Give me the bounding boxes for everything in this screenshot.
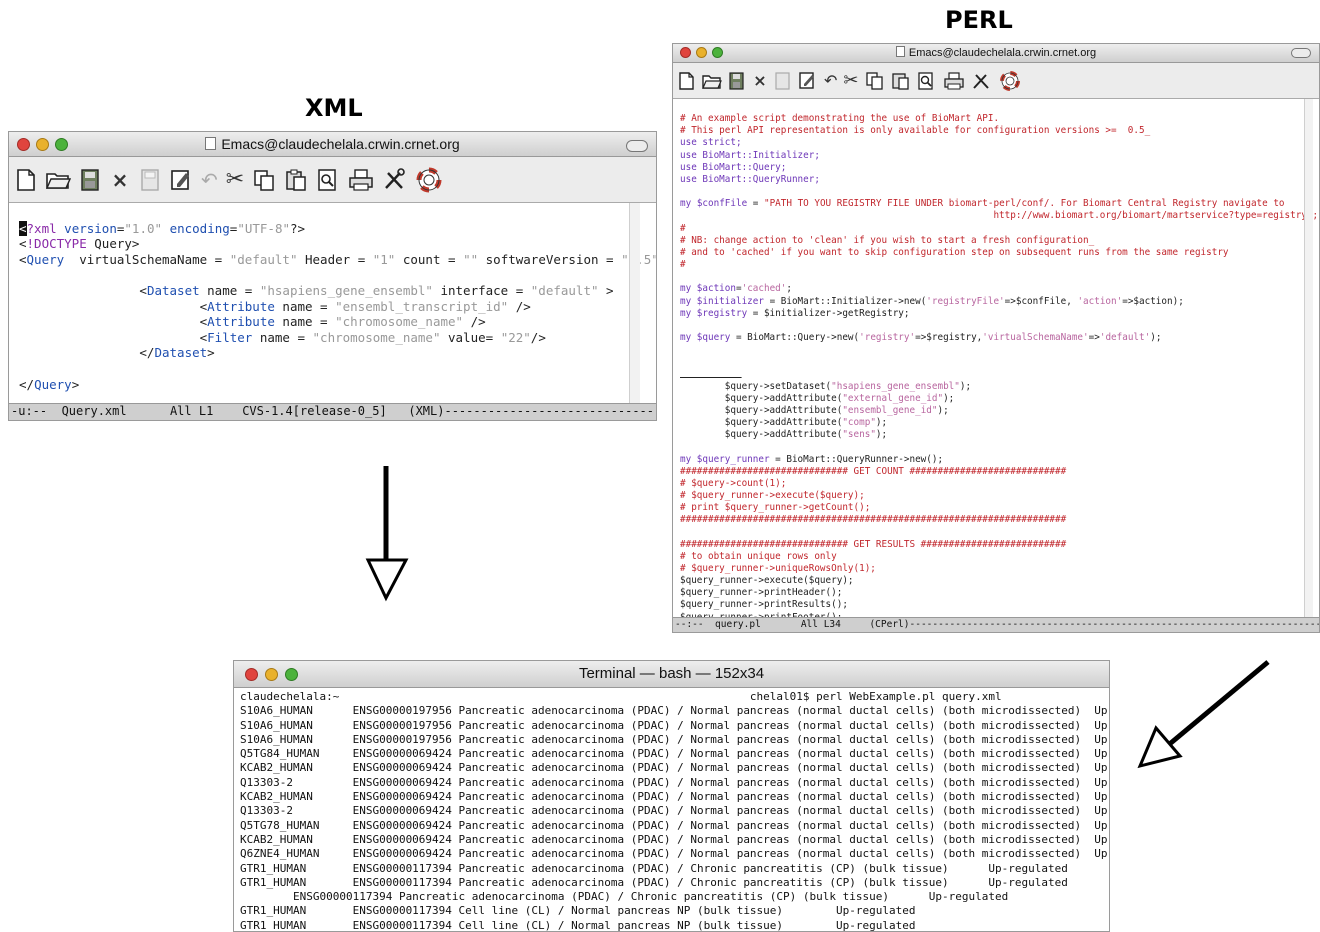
find-icon[interactable] — [917, 71, 937, 91]
save-gray-icon[interactable] — [139, 168, 161, 192]
document-icon — [895, 46, 905, 57]
close-x-icon[interactable]: × — [109, 168, 131, 192]
xml-window-titlebar[interactable]: Emacs@claudechelala.crwin.crnet.org — [9, 132, 656, 157]
new-file-icon[interactable] — [15, 168, 37, 192]
xml-label: XML — [305, 94, 363, 122]
terminal-output-line: GTR1_HUMAN ENSG00000117394 Pancreatic ad… — [240, 861, 1068, 875]
terminal-output-line: Q5TG84_HUMAN ENSG00000069424 Pancreatic … — [240, 747, 1110, 761]
terminal-output-line: S10A6_HUMAN ENSG00000197956 Pancreatic a… — [240, 718, 1110, 732]
toolbar-toggle-icon[interactable] — [1291, 48, 1311, 58]
terminal-output-line: Q13303-2 ENSG00000069424 Pancreatic aden… — [240, 804, 1110, 818]
xml-toolbar: × ↶ ✂ — [9, 157, 656, 203]
close-x-icon[interactable]: × — [752, 71, 768, 90]
perl-toolbar: × ↶ ✂ — [673, 63, 1319, 99]
terminal-output-line: GTR1_HUMAN ENSG00000117394 Cell line (CL… — [240, 904, 916, 918]
copy-icon[interactable] — [865, 71, 885, 91]
perl-window-titlebar[interactable]: Emacs@claudechelala.crwin.crnet.org — [673, 44, 1319, 63]
cut-scissors-icon[interactable]: ✂ — [843, 70, 858, 91]
xml-window-title: Emacs@claudechelala.crwin.crnet.org — [9, 136, 656, 152]
open-folder-icon[interactable] — [702, 71, 722, 91]
help-lifebuoy-icon[interactable] — [416, 167, 442, 193]
xml-modeline: -u:-- Query.xml All L1 CVS-1.4[release-0… — [9, 403, 656, 420]
print-icon[interactable] — [943, 71, 965, 91]
undo-icon[interactable]: ↶ — [201, 168, 218, 192]
perl-emacs-window: Emacs@claudechelala.crwin.crnet.org × ↶ … — [672, 43, 1320, 633]
perl-window-title: Emacs@claudechelala.crwin.crnet.org — [673, 46, 1319, 59]
save-disk-icon[interactable] — [728, 71, 746, 91]
find-icon[interactable] — [316, 168, 340, 192]
cut-scissors-icon[interactable]: ✂ — [226, 167, 244, 192]
terminal-output-line: KCAB2_HUMAN ENSG00000069424 Pancreatic a… — [240, 790, 1110, 804]
xml-vertical-scrollbar[interactable] — [629, 203, 640, 404]
terminal-output-line: GTR1_HUMAN ENSG00000117394 Cell line (CL… — [240, 918, 916, 932]
terminal-window: Terminal — bash — 152x34 claudechelala:~… — [233, 660, 1110, 932]
save-disk-icon[interactable] — [79, 168, 101, 192]
terminal-output-line: GTR1_HUMAN ENSG00000117394 Pancreatic ad… — [240, 875, 1068, 889]
down-arrow-icon — [365, 466, 409, 602]
tools-icon[interactable] — [382, 167, 408, 192]
copy-icon[interactable] — [252, 168, 276, 192]
diagonal-arrow-icon — [1137, 660, 1270, 769]
terminal-output-line: S10A6_HUMAN ENSG00000197956 Pancreatic a… — [240, 704, 1110, 718]
terminal-prompt-line: claudechelala:~ chelal01$ perl WebExampl… — [240, 690, 1002, 703]
tools-icon[interactable] — [971, 71, 993, 91]
new-file-icon[interactable] — [678, 71, 696, 91]
xml-editor[interactable]: <?xml version="1.0" encoding="UTF-8"?> <!… — [9, 203, 656, 404]
xml-emacs-window: Emacs@claudechelala.crwin.crnet.org × ↶ … — [8, 131, 657, 421]
perl-editor[interactable]: # An example script demonstrating the us… — [673, 99, 1319, 632]
toolbar-toggle-icon[interactable] — [626, 140, 648, 152]
perl-label: PERL — [945, 6, 1013, 34]
undo-icon[interactable]: ↶ — [824, 71, 837, 90]
save-gray-icon[interactable] — [774, 71, 792, 91]
terminal-output-line: KCAB2_HUMAN ENSG00000069424 Pancreatic a… — [240, 761, 1110, 775]
print-icon[interactable] — [348, 168, 374, 192]
perl-vertical-scrollbar[interactable] — [1304, 99, 1313, 618]
terminal-output-line: KCAB2_HUMAN ENSG00000069424 Pancreatic a… — [240, 832, 1110, 846]
terminal-output[interactable]: claudechelala:~ chelal01$ perl WebExampl… — [234, 688, 1110, 932]
open-folder-icon[interactable] — [45, 168, 71, 192]
perl-modeline: --:-- query.pl All L34 (CPerl)----------… — [673, 617, 1319, 632]
terminal-title: Terminal — bash — 152x34 — [578, 665, 765, 682]
terminal-output-line: Q13303-2 ENSG00000069424 Pancreatic aden… — [240, 775, 1110, 789]
help-lifebuoy-icon[interactable] — [999, 70, 1021, 92]
document-icon — [205, 137, 217, 150]
terminal-output-line: ENSG00000117394 Pancreatic adenocarcinom… — [240, 890, 1009, 904]
paste-icon[interactable] — [891, 71, 911, 91]
paste-icon[interactable] — [284, 168, 308, 192]
terminal-output-line: Q6ZNE4_HUMAN ENSG00000069424 Pancreatic … — [240, 847, 1110, 861]
terminal-output-line: S10A6_HUMAN ENSG00000197956 Pancreatic a… — [240, 732, 1110, 746]
terminal-titlebar[interactable]: Terminal — bash — 152x34 — [234, 661, 1109, 688]
save-as-icon[interactable] — [169, 168, 193, 192]
save-as-icon[interactable] — [798, 71, 818, 91]
terminal-output-line: Q5TG78_HUMAN ENSG00000069424 Pancreatic … — [240, 818, 1110, 832]
